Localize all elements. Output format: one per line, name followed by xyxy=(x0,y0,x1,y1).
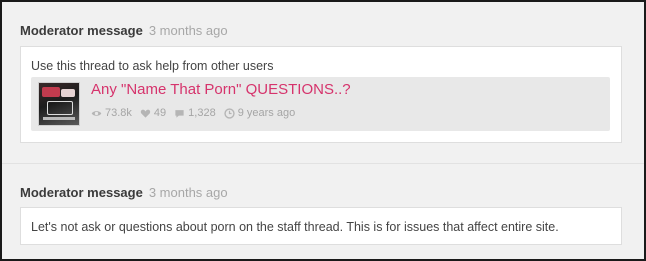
eye-icon xyxy=(91,108,102,119)
message-author[interactable]: Moderator message xyxy=(20,185,143,200)
thread-title-link[interactable]: Any "Name That Porn" QUESTIONS..? xyxy=(91,81,351,98)
thread-stats: 73.8k 49 1,328 9 years ago xyxy=(91,107,303,119)
likes-count: 49 xyxy=(153,107,167,119)
message-text: Let's not ask or questions about porn on… xyxy=(31,220,559,234)
thread-age: 9 years ago xyxy=(237,107,296,119)
message-time[interactable]: 3 months ago xyxy=(149,23,228,38)
clock-icon xyxy=(224,107,235,119)
views-count: 73.8k xyxy=(105,107,132,119)
message-body: Use this thread to ask help from other u… xyxy=(20,46,622,143)
message-header: Moderator message 3 months ago xyxy=(20,185,228,200)
message-author[interactable]: Moderator message xyxy=(20,23,143,38)
comments-count: 1,328 xyxy=(188,107,216,119)
thread-embed-card[interactable]: Any "Name That Porn" QUESTIONS..? 73.8k … xyxy=(31,77,610,131)
message-body: Let's not ask or questions about porn on… xyxy=(20,207,622,245)
thread-thumbnail[interactable] xyxy=(38,82,80,126)
comment-icon xyxy=(174,108,185,119)
moderator-message-2: Moderator message 3 months ago Let's not … xyxy=(2,163,644,259)
message-time[interactable]: 3 months ago xyxy=(149,185,228,200)
moderator-message-1: Moderator message 3 months ago Use this t… xyxy=(2,2,644,162)
message-header: Moderator message 3 months ago xyxy=(20,23,228,38)
message-text: Use this thread to ask help from other u… xyxy=(31,59,274,73)
heart-icon xyxy=(140,108,151,119)
